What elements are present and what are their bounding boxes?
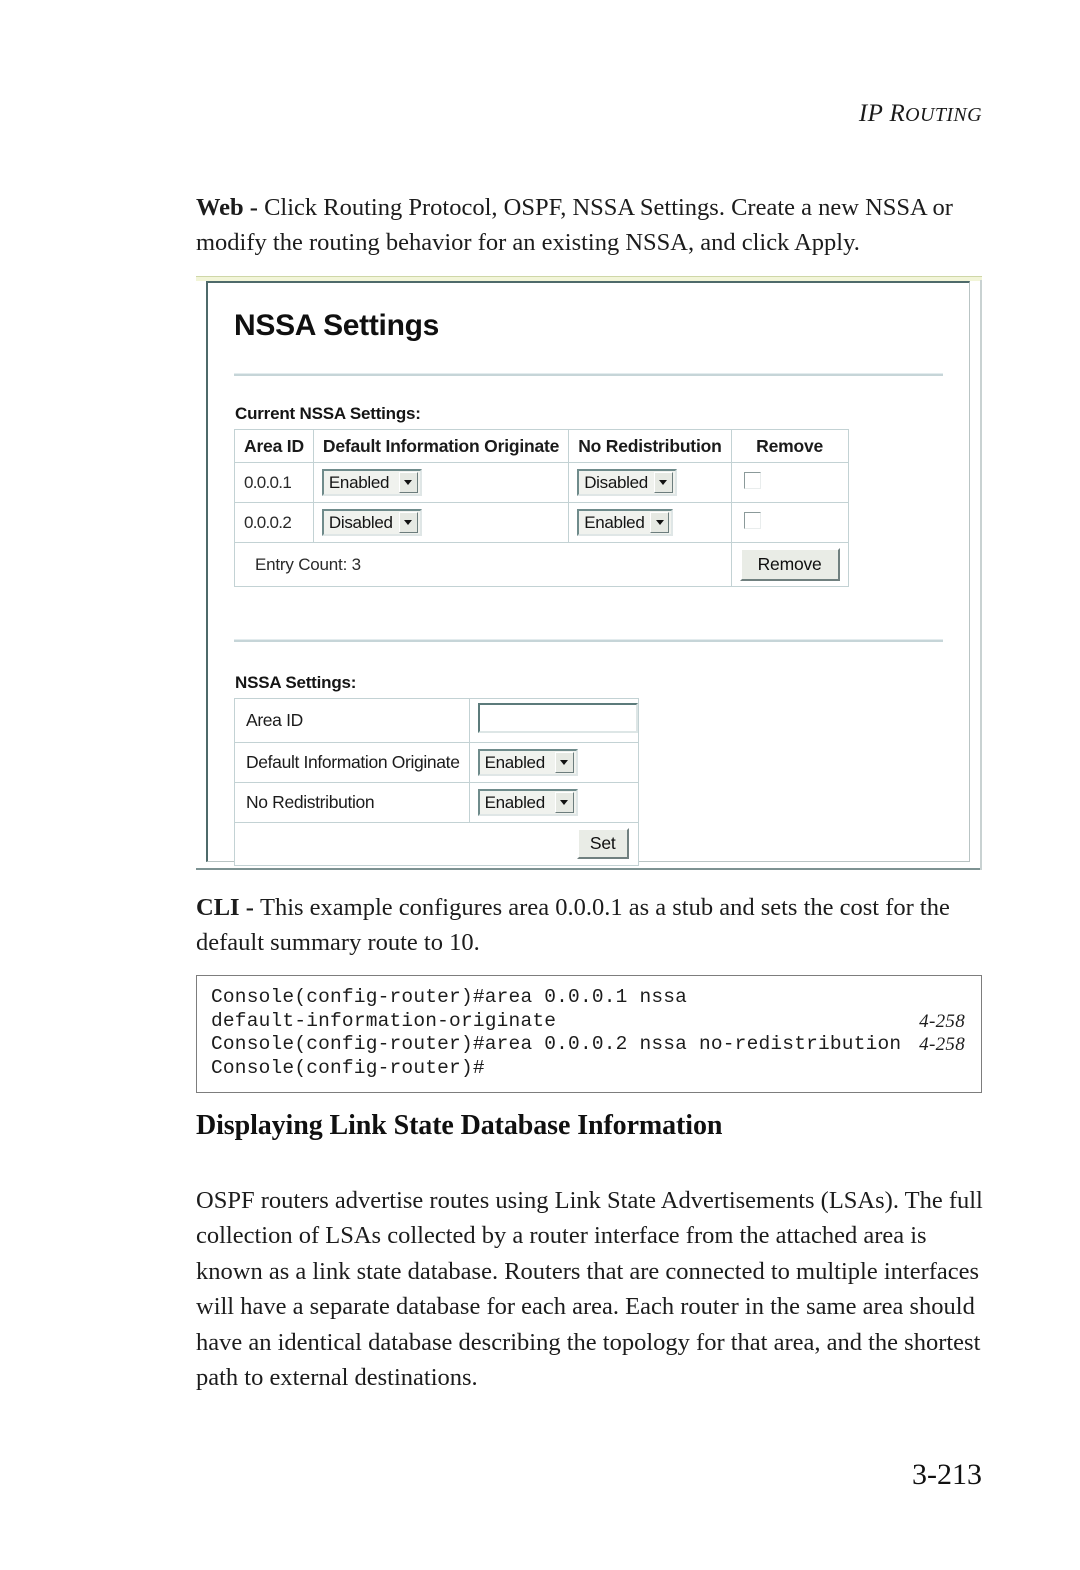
no-redistribution-select[interactable]: Enabled	[477, 789, 578, 816]
cli-line: default-information-originate 4-258	[211, 1010, 967, 1034]
remove-checkbox-row2[interactable]	[743, 511, 761, 529]
chevron-down-icon	[554, 752, 574, 773]
screenshot-right-edge	[980, 280, 982, 870]
cell-default-info-originate: Disabled	[312, 502, 570, 543]
field-default-info-originate: Enabled	[468, 742, 639, 783]
cli-line-ref: 4-258	[919, 1034, 965, 1055]
chevron-down-icon	[398, 472, 418, 493]
cell-set-button: Set	[234, 822, 639, 866]
select-value: Enabled	[584, 512, 645, 532]
form-footer-row: Set	[234, 822, 639, 866]
form-row-default-info-originate: Default Information Originate Enabled	[234, 742, 639, 783]
no-redistribution-select-row1[interactable]: Disabled	[577, 469, 677, 496]
section-heading: Displaying Link State Database Informati…	[196, 1110, 723, 1141]
cell-remove-button: Remove	[730, 542, 849, 587]
cell-no-redistribution: Enabled	[568, 502, 732, 543]
chevron-down-icon	[398, 512, 418, 533]
chevron-down-icon	[650, 512, 670, 533]
cli-code-block: Console(config-router)#area 0.0.0.1 nssa…	[196, 975, 982, 1093]
nssa-settings-form-label: NSSA Settings:	[235, 673, 357, 692]
cli-line-text: Console(config-router)#area 0.0.0.1 nssa	[211, 986, 688, 1008]
entry-count-label: Entry Count: 3	[234, 542, 732, 587]
column-header-no-redistribution: No Redistribution	[568, 429, 732, 463]
cli-instruction-text: This example configures area 0.0.0.1 as …	[196, 894, 950, 956]
cell-no-redistribution: Disabled	[568, 462, 732, 503]
cli-label: CLI -	[196, 894, 260, 921]
select-value: Enabled	[484, 752, 546, 772]
set-button[interactable]: Set	[576, 828, 629, 859]
remove-checkbox-row1[interactable]	[743, 471, 761, 489]
label-no-redistribution: No Redistribution	[234, 782, 470, 823]
cell-remove	[730, 462, 849, 503]
default-info-originate-select-row1[interactable]: Enabled	[321, 469, 422, 496]
remove-button[interactable]: Remove	[739, 548, 840, 581]
nssa-settings-form-table: Area ID Default Information Originate En…	[234, 698, 639, 866]
select-value: Disabled	[584, 472, 648, 492]
nssa-settings-panel: NSSA Settings Current NSSA Settings: Are…	[208, 283, 969, 866]
page-number: 3-213	[912, 1458, 982, 1491]
chevron-down-icon	[554, 792, 574, 813]
cell-remove	[730, 502, 849, 543]
cli-line-text: Console(config-router)#	[211, 1056, 485, 1079]
table-footer-row: Entry Count: 3 Remove	[234, 542, 849, 587]
select-value: Disabled	[328, 512, 393, 532]
select-value: Enabled	[484, 792, 546, 812]
web-instruction-text: Click Routing Protocol, OSPF, NSSA Setti…	[196, 194, 953, 256]
table-header-row: Area ID Default Information Originate No…	[234, 429, 849, 463]
panel-title: NSSA Settings	[234, 309, 440, 342]
web-label: Web -	[196, 194, 265, 221]
cli-line-text: default-information-originate	[211, 1009, 557, 1032]
no-redistribution-select-row2[interactable]: Enabled	[577, 509, 674, 536]
current-nssa-settings-table: Area ID Default Information Originate No…	[234, 429, 849, 587]
table-row: 0.0.0.1 Enabled Disabled	[234, 462, 849, 503]
running-head-lead: IP R	[858, 100, 906, 127]
cell-default-info-originate: Enabled	[312, 462, 570, 503]
cli-line-text: Console(config-router)#area 0.0.0.2 nssa…	[211, 1033, 902, 1055]
area-id-input[interactable]	[477, 703, 638, 733]
cli-line-ref: 4-258	[919, 1010, 965, 1032]
cell-area-id: 0.0.0.2	[234, 502, 314, 543]
current-settings-label: Current NSSA Settings:	[235, 404, 421, 423]
label-area-id: Area ID	[234, 698, 470, 743]
section-paragraph: OSPF routers advertise routes using Link…	[196, 1186, 983, 1392]
cli-line: Console(config-router)#	[211, 1057, 967, 1081]
field-no-redistribution: Enabled	[468, 782, 639, 823]
select-value: Enabled	[328, 472, 390, 492]
screenshot-bottom-edge	[196, 868, 982, 870]
cli-instruction-paragraph: CLI - This example configures area 0.0.0…	[196, 890, 986, 960]
form-row-area-id: Area ID	[234, 698, 639, 743]
default-info-originate-select-row2[interactable]: Disabled	[321, 509, 422, 536]
column-header-remove: Remove	[730, 429, 849, 463]
default-info-originate-select[interactable]: Enabled	[477, 749, 578, 776]
form-row-no-redistribution: No Redistribution Enabled	[234, 782, 639, 823]
running-head: IP ROUTING	[859, 100, 982, 128]
running-head-rest: OUTING	[905, 104, 982, 126]
web-instruction-paragraph: Web - Click Routing Protocol, OSPF, NSSA…	[196, 190, 986, 260]
cli-line: Console(config-router)#area 0.0.0.2 nssa…	[211, 1033, 967, 1057]
column-header-area-id: Area ID	[234, 429, 314, 463]
cli-line: Console(config-router)#area 0.0.0.1 nssa	[211, 986, 967, 1010]
screenshot-viewport: NSSA Settings Current NSSA Settings: Are…	[206, 281, 970, 866]
chevron-down-icon	[653, 472, 673, 493]
table-row: 0.0.0.2 Disabled Enabled	[234, 502, 849, 543]
label-default-info-originate: Default Information Originate	[234, 742, 470, 783]
field-area-id	[468, 698, 639, 743]
cell-area-id: 0.0.0.1	[234, 462, 314, 503]
nssa-settings-screenshot: NSSA Settings Current NSSA Settings: Are…	[196, 276, 982, 872]
column-header-default-info-originate: Default Information Originate	[312, 429, 570, 463]
